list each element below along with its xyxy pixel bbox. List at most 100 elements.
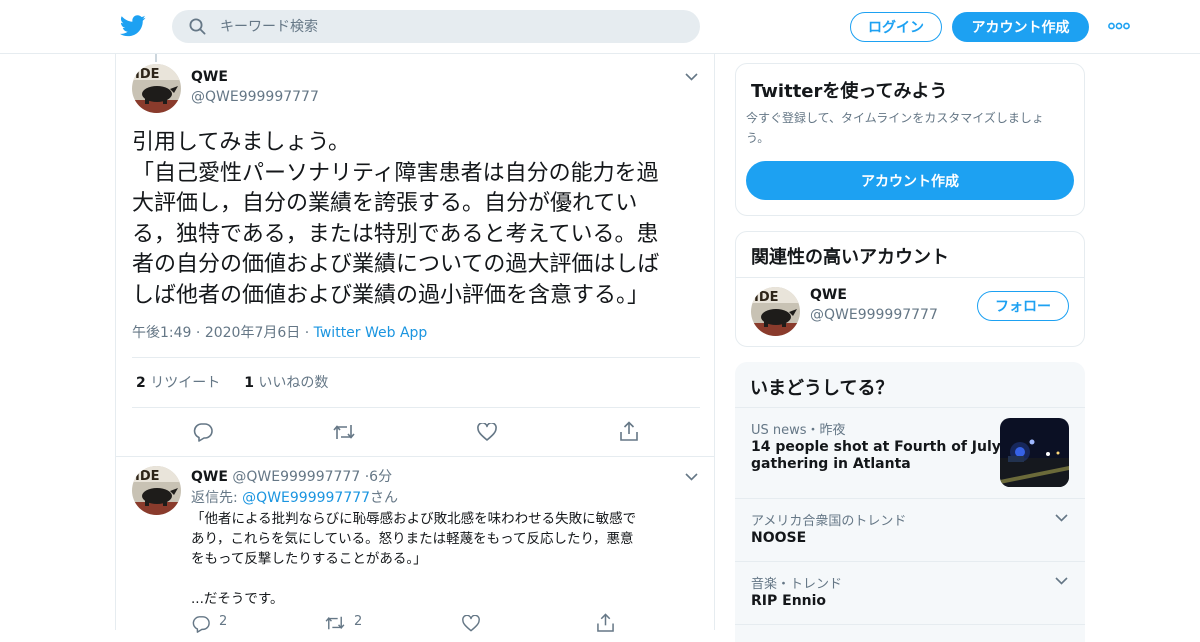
tweet-text-line: 大評価し，自分の業績を誇張する。自分が優れてい	[132, 191, 638, 216]
divider	[116, 456, 714, 457]
reply-text-line: あり，これらを気にしている。怒りまたは軽蔑をもって反応したり，悪意	[191, 531, 634, 547]
reply-text: 「他者による批判ならびに恥辱感および敗北感を味わわせる失敗に敏感で あり，これら…	[191, 509, 701, 609]
reply-author-handle[interactable]: @QWE999997777	[232, 469, 360, 485]
reply-icon[interactable]	[192, 615, 210, 633]
avatar[interactable]: IDE	[751, 287, 800, 336]
rhino-avatar-icon: IDE	[132, 64, 181, 113]
tweet-source-app[interactable]: Twitter Web App	[314, 325, 428, 341]
rhino-avatar-icon: IDE	[751, 287, 800, 336]
reply-text-line: をもって反撃したりすることがある。」	[191, 551, 427, 567]
tweet-author-handle[interactable]: @QWE999997777	[191, 89, 319, 105]
like-count: 1	[244, 375, 254, 391]
avatar[interactable]: IDE	[132, 64, 181, 113]
divider	[132, 407, 700, 408]
trend-item[interactable]	[735, 624, 1085, 642]
reply-header: QWE @QWE999997777 ·6分	[191, 466, 392, 486]
tweet-text-line: 引用してみましょう。	[132, 130, 351, 155]
signup-button[interactable]: アカウント作成	[952, 12, 1089, 42]
signup-card-button[interactable]: アカウント作成	[746, 161, 1074, 200]
like-heart-icon[interactable]	[462, 615, 480, 632]
trend-name-line: 14 people shot at Fourth of July	[751, 439, 1001, 455]
trend-item[interactable]: アメリカ合衆国のトレンド NOOSE	[735, 498, 1085, 561]
trend-item[interactable]: 音楽・トレンド RIP Ennio	[735, 561, 1085, 624]
trend-meta: アメリカ合衆国のトレンド	[751, 514, 907, 529]
avatar[interactable]: IDE	[132, 466, 181, 515]
trend-name-line: RIP Ennio	[751, 593, 827, 609]
trend-meta: 音楽・トレンド	[751, 577, 843, 592]
related-account-handle[interactable]: @QWE999997777	[810, 307, 938, 323]
related-accounts-title: 関連性の高いアカウント	[751, 247, 949, 268]
login-button[interactable]: ログイン	[850, 12, 942, 42]
tweet-text-line: 者の自分の価値および業績についての過大評価はしば	[132, 252, 660, 277]
subtitle-line: 今すぐ登録して、タイムラインをカスタマイズしましょ	[746, 111, 1044, 125]
tweet-time[interactable]: 午後1:49	[132, 325, 191, 341]
tweet-metadata: 午後1:49 · 2020年7月6日 · Twitter Web App	[132, 322, 427, 342]
news-thumbnail-image[interactable]	[1000, 418, 1069, 487]
thread-connector-line	[155, 54, 157, 62]
retweet-icon[interactable]	[325, 615, 345, 631]
more-options-icon[interactable]	[1108, 22, 1130, 30]
search-input[interactable]	[220, 10, 680, 43]
top-navigation-bar: ログイン アカウント作成	[0, 0, 1200, 54]
tweet-thread-column: IDE QWE @QWE999997777 引用してみましょう。 「自己愛性パー…	[115, 54, 715, 633]
reply-to-line: 返信先: @QWE999997777さん	[191, 487, 398, 507]
trend-name: NOOSE	[751, 530, 806, 546]
trend-name-line: gathering in Atlanta	[751, 456, 911, 472]
trend-meta: US news・昨夜	[751, 423, 846, 438]
trend-item[interactable]: US news・昨夜 14 people shot at Fourth of J…	[735, 407, 1085, 498]
divider	[132, 357, 700, 358]
reply-author-name[interactable]: QWE	[191, 469, 228, 485]
reply-text-line: 「他者による批判ならびに恥辱感および敗北感を味わわせる失敗に敏感で	[191, 511, 637, 527]
reply-retweet-count: 2	[354, 614, 363, 629]
trend-name-line: NOOSE	[751, 530, 807, 546]
follow-button[interactable]: フォロー	[977, 291, 1069, 321]
share-icon[interactable]	[620, 421, 638, 441]
trends-panel: いまどうしてる？ US news・昨夜 14 people shot at Fo…	[735, 362, 1085, 642]
retweet-count: 2	[136, 375, 146, 391]
tweet-text-line: 「自己愛性パーソナリティ障害患者は自分の能力を過	[132, 160, 659, 186]
share-icon[interactable]	[597, 613, 614, 632]
retweet-icon[interactable]	[333, 423, 355, 441]
signup-card-title: Twitterを使ってみよう	[751, 81, 948, 102]
search-icon	[189, 18, 206, 35]
tweet-text: 引用してみましょう。 「自己愛性パーソナリティ障害患者は自分の能力を過 大評価し…	[132, 128, 707, 311]
separator-dot: ·	[304, 325, 314, 341]
subtitle-line: う。	[746, 131, 770, 145]
tweet-stats: 2 リツイート 1 いいねの数	[136, 372, 328, 392]
reply-to-label: 返信先:	[191, 490, 238, 506]
chevron-down-icon[interactable]	[685, 473, 698, 481]
svg-text:IDE: IDE	[135, 67, 160, 82]
tweet-text-line: しば他者の価値および業績の過小評価を含意する。」	[132, 282, 650, 308]
related-account-name[interactable]: QWE	[810, 287, 847, 303]
tweet-author-name[interactable]: QWE	[191, 69, 228, 85]
trend-name: 14 people shot at Fourth of July gatheri…	[751, 439, 1001, 472]
reply-time[interactable]: 6分	[369, 469, 392, 485]
tweet-text-line: る，独特である，または特別であると考えている。患	[132, 221, 659, 247]
reply-text-line	[191, 569, 701, 589]
trend-name: RIP Ennio	[751, 593, 826, 609]
like-stat[interactable]: 1 いいねの数	[244, 375, 328, 391]
like-heart-icon[interactable]	[477, 423, 497, 441]
divider	[736, 277, 1084, 278]
signup-card: Twitterを使ってみよう 今すぐ登録して、タイムラインをカスタマイズしましょ…	[735, 63, 1085, 216]
trends-title: いまどうしてる？	[750, 378, 894, 399]
reply-to-suffix: さん	[370, 490, 399, 506]
reply-count: 2	[219, 614, 228, 629]
separator-dot: ·	[195, 325, 205, 341]
signup-card-subtitle: 今すぐ登録して、タイムラインをカスタマイズしましょ う。	[746, 108, 1076, 148]
reply-text-line: ...だそうです。	[191, 591, 284, 607]
tweet-date[interactable]: 2020年7月6日	[205, 325, 300, 341]
svg-text:IDE: IDE	[754, 290, 779, 305]
twitter-bird-logo-icon[interactable]	[120, 14, 146, 38]
like-stat-label: いいねの数	[258, 375, 329, 391]
chevron-down-icon[interactable]	[685, 73, 698, 81]
reply-to-mention[interactable]: @QWE999997777	[242, 490, 370, 506]
rhino-avatar-icon: IDE	[132, 466, 181, 515]
retweet-stat-label: リツイート	[150, 375, 221, 391]
reply-icon[interactable]	[193, 422, 213, 442]
chevron-down-icon[interactable]	[1055, 514, 1068, 522]
retweet-stat[interactable]: 2 リツイート	[136, 375, 220, 391]
related-accounts-card: 関連性の高いアカウント IDE QWE @QWE999997777 フォロー	[735, 231, 1085, 347]
search-box[interactable]	[172, 10, 700, 43]
chevron-down-icon[interactable]	[1055, 577, 1068, 585]
